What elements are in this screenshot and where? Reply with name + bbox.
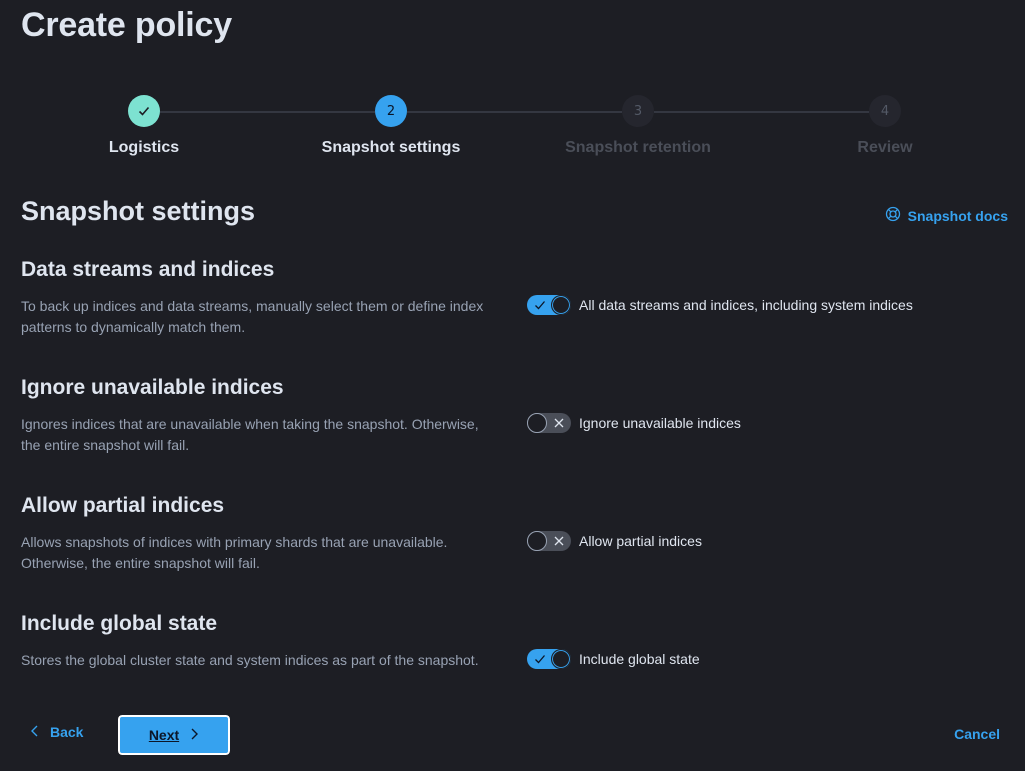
page-title: Create policy bbox=[21, 6, 232, 44]
back-button[interactable]: Back bbox=[30, 724, 83, 740]
chevron-left-icon bbox=[30, 724, 40, 740]
toggle-knob bbox=[527, 531, 547, 551]
field-title: Ignore unavailable indices bbox=[21, 376, 284, 399]
cancel-button[interactable]: Cancel bbox=[954, 726, 1000, 742]
step-snapshot-retention[interactable]: 3 Snapshot retention bbox=[538, 95, 738, 157]
toggle-knob bbox=[551, 295, 571, 315]
step-number: 2 bbox=[375, 95, 407, 127]
field-ignore-unavailable: Ignore unavailable indices Ignores indic… bbox=[21, 376, 1011, 453]
field-description: Stores the global cluster state and syst… bbox=[21, 652, 479, 668]
switch-label: All data streams and indices, including … bbox=[579, 297, 913, 313]
toggle-switch[interactable] bbox=[527, 531, 571, 551]
cross-icon bbox=[554, 536, 564, 546]
switch-label: Ignore unavailable indices bbox=[579, 415, 741, 431]
field-title: Allow partial indices bbox=[21, 494, 225, 517]
step-label: Snapshot settings bbox=[321, 139, 461, 156]
chevron-right-icon bbox=[189, 727, 199, 743]
next-button[interactable]: Next bbox=[116, 713, 232, 757]
toggle-switch[interactable] bbox=[527, 649, 571, 669]
field-description: To back up indices and data streams, man… bbox=[21, 298, 484, 335]
next-label: Next bbox=[148, 727, 180, 743]
step-complete-check-icon bbox=[128, 95, 160, 127]
help-lifebuoy-icon bbox=[885, 206, 901, 225]
toggle-knob bbox=[551, 649, 571, 669]
back-label: Back bbox=[50, 724, 84, 740]
field-include-global-state: Include global state Stores the global c… bbox=[21, 612, 1011, 669]
toggle-switch[interactable] bbox=[527, 295, 571, 315]
step-logistics[interactable]: Logistics bbox=[44, 95, 244, 157]
check-icon bbox=[535, 655, 545, 664]
snapshot-docs-link[interactable]: Snapshot docs bbox=[885, 206, 1008, 225]
step-number: 4 bbox=[869, 95, 901, 127]
switch-label: Allow partial indices bbox=[579, 533, 702, 549]
cross-icon bbox=[554, 418, 564, 428]
stepper: Logistics 2 Snapshot settings 3 Snapshot… bbox=[0, 95, 1025, 165]
field-description: Ignores indices that are unavailable whe… bbox=[21, 416, 479, 453]
check-icon bbox=[535, 301, 545, 310]
snapshot-docs-label: Snapshot docs bbox=[907, 207, 1008, 224]
field-allow-partial: Allow partial indices Allows snapshots o… bbox=[21, 494, 1011, 571]
step-review[interactable]: 4 Review bbox=[785, 95, 985, 157]
step-snapshot-settings[interactable]: 2 Snapshot settings bbox=[291, 95, 491, 157]
switch-label: Include global state bbox=[579, 651, 700, 667]
field-title: Include global state bbox=[21, 612, 218, 635]
step-label: Review bbox=[857, 139, 913, 156]
field-data-streams: Data streams and indices To back up indi… bbox=[21, 258, 1011, 335]
field-title: Data streams and indices bbox=[21, 258, 275, 281]
allow-partial-switch[interactable]: Allow partial indices bbox=[527, 531, 702, 551]
step-number: 3 bbox=[622, 95, 654, 127]
ignore-unavailable-switch[interactable]: Ignore unavailable indices bbox=[527, 413, 741, 433]
toggle-switch[interactable] bbox=[527, 413, 571, 433]
step-label: Snapshot retention bbox=[565, 139, 711, 156]
section-title: Snapshot settings bbox=[21, 196, 256, 226]
include-global-state-switch[interactable]: Include global state bbox=[527, 649, 700, 669]
field-description: Allows snapshots of indices with primary… bbox=[21, 534, 448, 571]
toggle-knob bbox=[527, 413, 547, 433]
step-label: Logistics bbox=[108, 139, 180, 156]
all-data-streams-switch[interactable]: All data streams and indices, including … bbox=[527, 295, 913, 315]
